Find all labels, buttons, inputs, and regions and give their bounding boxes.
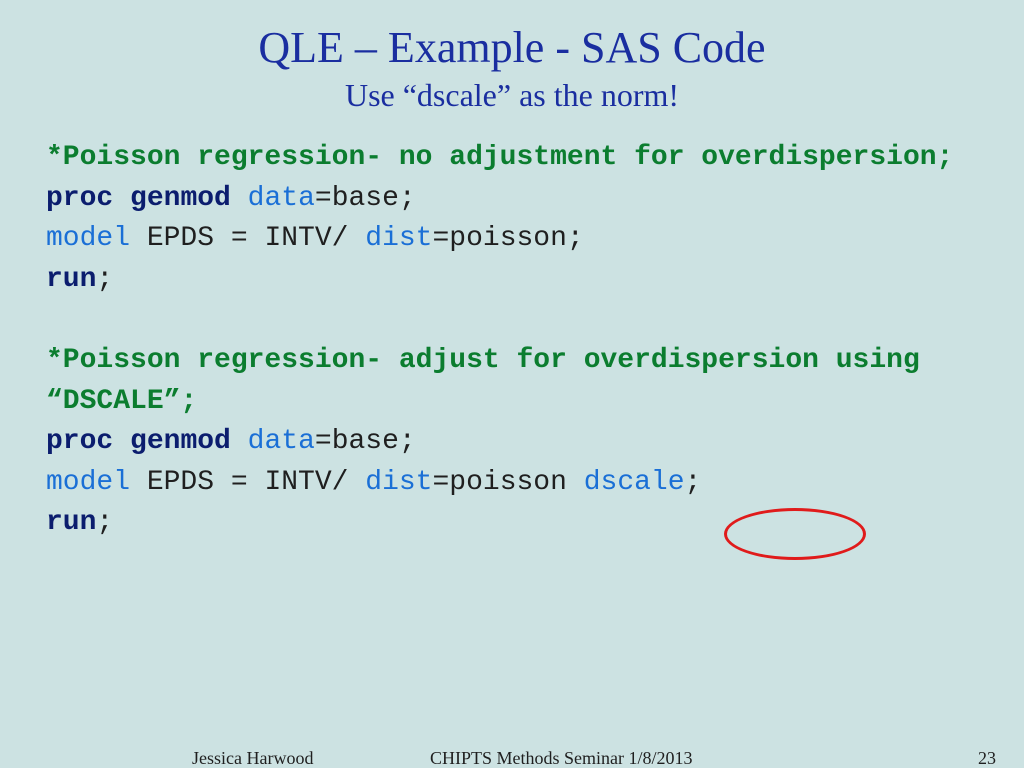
kw-proc: proc <box>46 183 113 214</box>
kw-run-2: run <box>46 507 96 538</box>
kw-genmod-2: genmod <box>130 426 231 457</box>
slide-title: QLE – Example - SAS Code <box>0 22 1024 73</box>
code-line-run-1: run; <box>46 260 978 301</box>
kw-dscale: dscale <box>584 467 685 498</box>
kw-genmod: genmod <box>130 183 231 214</box>
eq-base-2: =base; <box>315 426 416 457</box>
footer-page-number: 23 <box>978 748 996 768</box>
kw-data-2: data <box>248 426 315 457</box>
comment-text-2: *Poisson regression- adjust for overdisp… <box>46 345 920 417</box>
kw-data: data <box>248 183 315 214</box>
kw-dist: dist <box>365 223 432 254</box>
model-eq-2: EPDS = INTV/ <box>130 467 365 498</box>
semi-2: ; <box>685 467 702 498</box>
comment-text: *Poisson regression- no adjustment for o… <box>46 142 953 173</box>
eq-poisson-2: =poisson <box>432 467 583 498</box>
code-block: *Poisson regression- no adjustment for o… <box>0 114 1024 544</box>
kw-dist-2: dist <box>365 467 432 498</box>
model-eq: EPDS = INTV/ <box>130 223 365 254</box>
code-comment-1: *Poisson regression- no adjustment for o… <box>46 138 978 179</box>
code-line-run-2: run; <box>46 503 978 544</box>
kw-model-2: model <box>46 467 130 498</box>
slide: QLE – Example - SAS Code Use “dscale” as… <box>0 0 1024 768</box>
kw-run: run <box>46 264 96 295</box>
kw-proc-2: proc <box>46 426 113 457</box>
kw-model: model <box>46 223 130 254</box>
slide-subtitle: Use “dscale” as the norm! <box>0 77 1024 114</box>
semi-3: ; <box>96 507 113 538</box>
code-line-model-1: model EPDS = INTV/ dist=poisson; <box>46 219 978 260</box>
code-comment-2: *Poisson regression- adjust for overdisp… <box>46 341 978 422</box>
title-block: QLE – Example - SAS Code Use “dscale” as… <box>0 0 1024 114</box>
code-line-proc-1: proc genmod data=base; <box>46 179 978 220</box>
code-line-model-2: model EPDS = INTV/ dist=poisson dscale; <box>46 463 978 504</box>
footer-author: Jessica Harwood <box>192 748 313 768</box>
eq-poisson: =poisson; <box>432 223 583 254</box>
footer-seminar: CHIPTS Methods Seminar 1/8/2013 <box>430 748 693 768</box>
eq-base: =base; <box>315 183 416 214</box>
semi: ; <box>96 264 113 295</box>
code-line-proc-2: proc genmod data=base; <box>46 422 978 463</box>
blank-line <box>46 300 978 341</box>
